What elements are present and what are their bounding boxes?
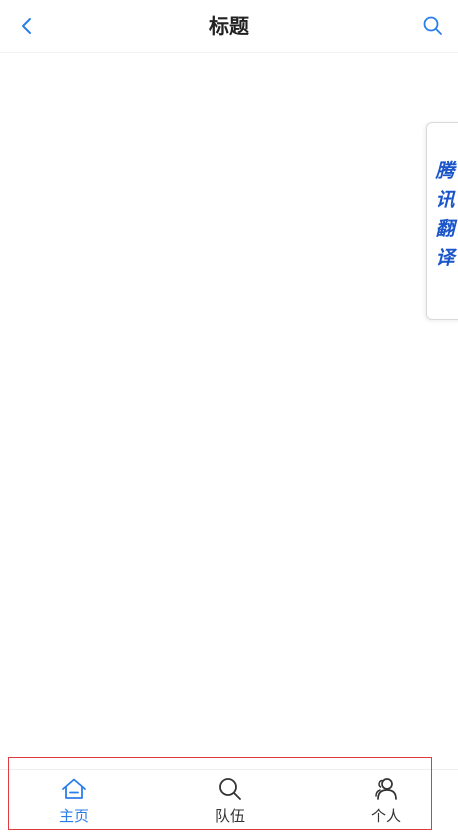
tab-home[interactable]: 主页 <box>24 775 124 829</box>
users-icon <box>372 775 400 803</box>
tab-team-label: 队伍 <box>214 807 245 825</box>
tab-profile[interactable]: 个人 <box>336 775 436 829</box>
tab-profile-label: 个人 <box>370 807 401 825</box>
tab-team[interactable]: 队伍 <box>180 775 280 829</box>
page-title: 标题 <box>209 14 249 38</box>
home-icon <box>60 775 88 803</box>
translate-label: 腾讯翻译 <box>435 160 455 269</box>
top-nav-bar: 标题 <box>0 0 458 53</box>
search-icon <box>216 775 244 803</box>
translate-side-tab[interactable]: 腾讯翻译 <box>426 122 458 320</box>
search-icon <box>423 16 442 35</box>
search-button[interactable] <box>420 12 446 40</box>
tab-home-label: 主页 <box>58 807 89 825</box>
